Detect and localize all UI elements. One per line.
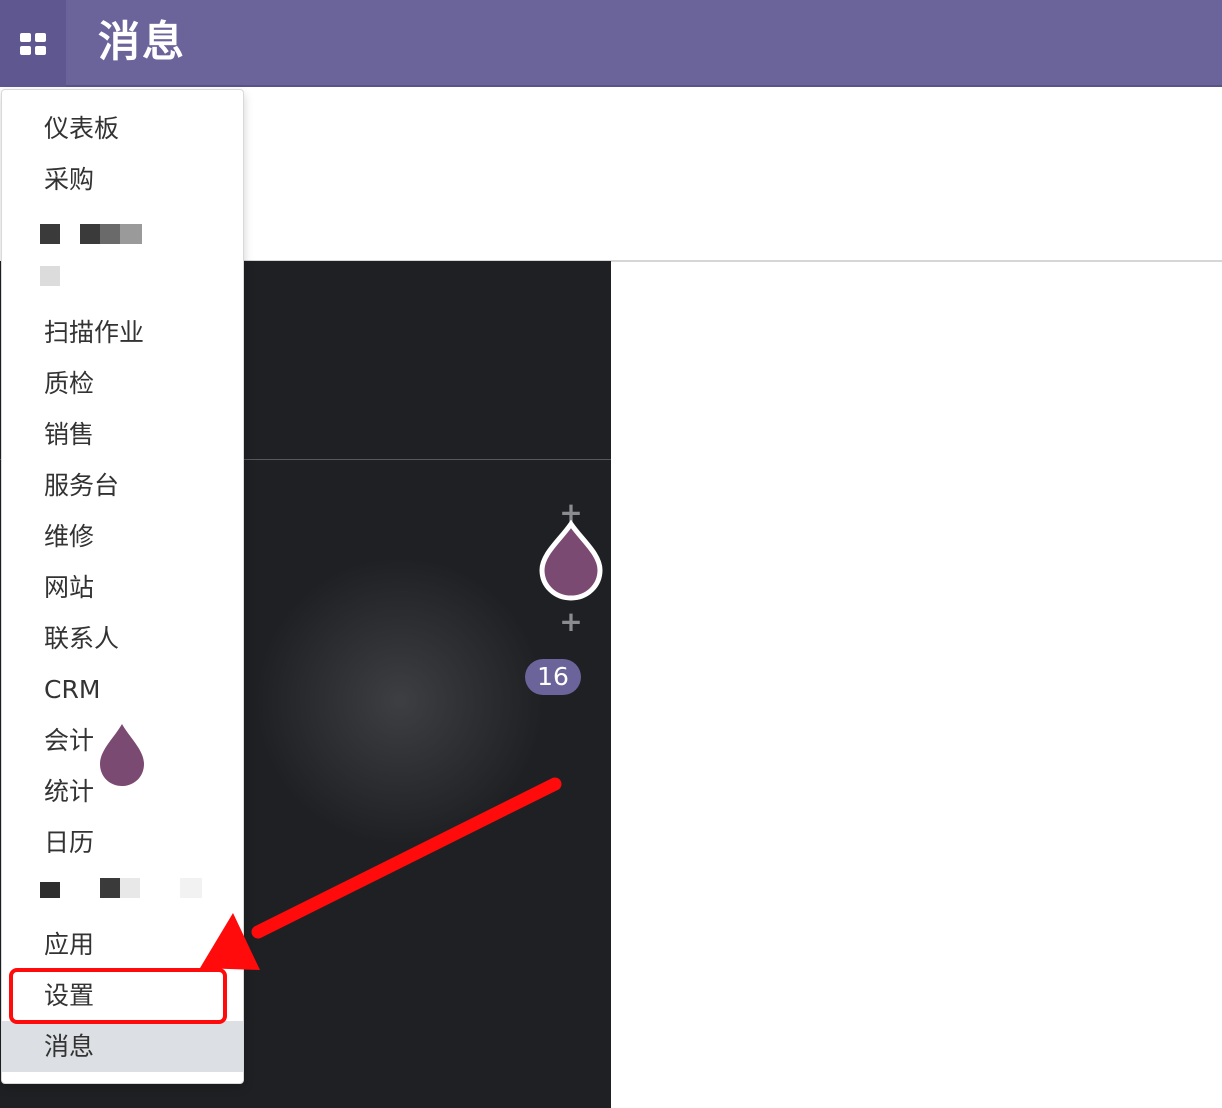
redacted-menu-item: [2, 868, 243, 914]
droplet-icon: [539, 520, 603, 601]
menu-item-website[interactable]: 网站: [2, 562, 243, 613]
menu-item-repair[interactable]: 维修: [2, 511, 243, 562]
menu-item-scan[interactable]: 扫描作业: [2, 307, 243, 358]
droplet-icon: [100, 724, 144, 786]
menu-item-calendar[interactable]: 日历: [2, 817, 243, 868]
plus-icon[interactable]: +: [557, 608, 585, 636]
grid-icon: [20, 32, 46, 55]
menu-item-discuss[interactable]: 消息: [2, 1021, 243, 1072]
top-navbar: 消息: [0, 0, 1222, 87]
glow-decoration: [230, 531, 570, 871]
menu-item-apps[interactable]: 应用: [2, 919, 243, 970]
redacted-menu-item: [2, 212, 243, 258]
menu-item-quality[interactable]: 质检: [2, 358, 243, 409]
menu-item-crm[interactable]: CRM: [2, 664, 243, 715]
menu-item-contacts[interactable]: 联系人: [2, 613, 243, 664]
highlight-box: [9, 968, 227, 1024]
menu-item-dashboard[interactable]: 仪表板: [2, 103, 243, 154]
counter-badge: 16: [525, 659, 581, 695]
menu-item-sales[interactable]: 销售: [2, 409, 243, 460]
app-title: 消息: [98, 17, 187, 66]
menu-item-helpdesk[interactable]: 服务台: [2, 460, 243, 511]
redacted-menu-item: [2, 254, 243, 300]
apps-menu-button[interactable]: [0, 0, 66, 87]
menu-item-purchase[interactable]: 采购: [2, 154, 243, 205]
app-dropdown-menu: 仪表板 采购 扫描作业 质检 销售 服务台 维修 网站 联系人 CRM 会计 统…: [1, 89, 244, 1084]
